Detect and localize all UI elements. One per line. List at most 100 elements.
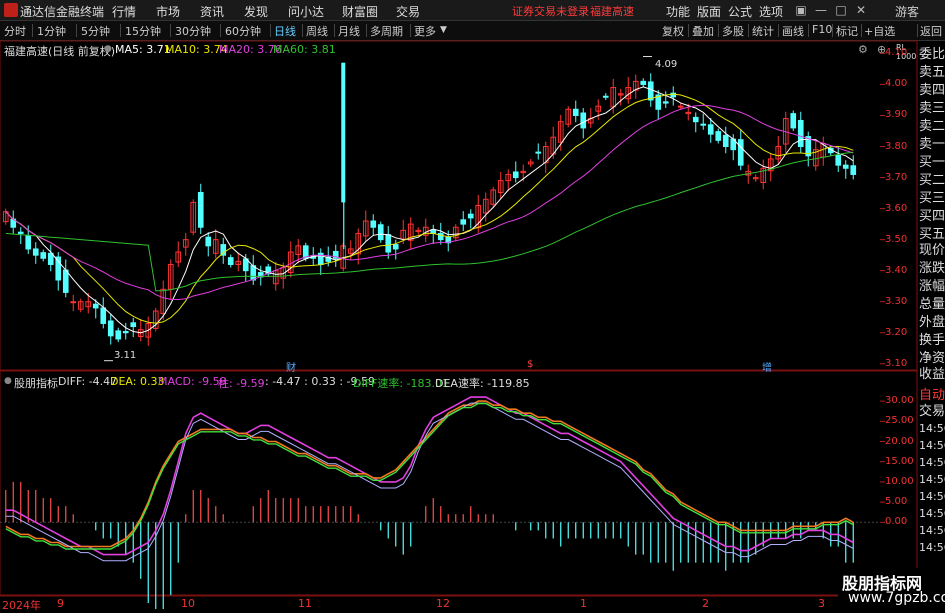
right-tab-item[interactable]: 14:56 [919, 488, 945, 505]
indicator-tick-label: 15.00 [885, 455, 914, 467]
candle-body [100, 307, 107, 324]
candle-body [662, 101, 669, 104]
price-tick-label: 3.50 [885, 233, 908, 245]
dea-speed-value: DEA速率: -119.85 [435, 377, 530, 390]
kline-chart[interactable] [0, 0, 945, 609]
candle-body [797, 119, 804, 148]
ma-line-ma5 [5, 86, 854, 334]
right-tab-item[interactable]: 卖一 [919, 136, 945, 153]
candle-body [707, 124, 714, 135]
candle-body [790, 113, 797, 129]
candle-body [647, 81, 654, 101]
indicator-tick-label: 20.00 [885, 435, 914, 447]
candle-body [700, 123, 707, 126]
price-tick-label: 3.70 [885, 171, 908, 183]
x-label-nov: 11 [298, 597, 312, 610]
right-tab-item[interactable]: 委比 [919, 46, 945, 63]
right-tab-item[interactable]: 卖五 [919, 64, 945, 81]
right-tab-item[interactable]: 14:56 [919, 454, 945, 471]
main-panel-border [0, 40, 918, 371]
event-marker-3[interactable]: 增 [762, 359, 772, 374]
right-tab-item[interactable]: 外盘 [919, 314, 945, 331]
candle-body [842, 164, 849, 169]
candle-body [205, 236, 212, 247]
right-tab-item[interactable]: 买一 [919, 154, 945, 171]
x-label-year: 2024年 [2, 599, 41, 612]
right-tab-item[interactable]: 14:56 [919, 522, 945, 539]
candle-body [392, 244, 399, 250]
candle-body [25, 235, 32, 250]
candle-body [40, 252, 47, 259]
right-tab-item[interactable]: 卖二 [919, 118, 945, 135]
macd-value: MACD: -9.59 [158, 375, 227, 388]
candle-body [602, 95, 609, 98]
dea-value: DEA: 0.33 [110, 375, 165, 388]
indicator-tick-label: 10.00 [885, 475, 914, 487]
diff-value: DIFF: -4.47 [58, 375, 118, 388]
candle-body [692, 116, 699, 123]
ma-line-ma60 [5, 151, 854, 292]
zhu-value: 柱: -9.59 [218, 377, 265, 390]
candle-body [715, 131, 722, 141]
ma-lines [5, 56, 854, 362]
watermark-url: www.7gpzb.com [848, 590, 945, 606]
right-tab-item[interactable]: 换手 [919, 332, 945, 349]
candle-body [62, 269, 69, 293]
right-tab-item[interactable]: 涨幅 [919, 278, 945, 295]
right-tab-item[interactable]: 买四 [919, 208, 945, 225]
right-tab-item[interactable]: 买五 [919, 226, 945, 243]
candle-body [70, 301, 77, 304]
candle-body [107, 320, 114, 337]
candle-body [115, 330, 122, 340]
sub-settings-icon[interactable]: ● [4, 376, 12, 386]
right-tab-item[interactable]: 交易 [919, 403, 945, 420]
candle-body [370, 220, 377, 228]
price-tick-label: 3.40 [885, 264, 908, 276]
right-tab-item[interactable]: 14:56 [919, 420, 945, 437]
right-tab-item[interactable]: 卖三 [919, 100, 945, 117]
candle-body [580, 112, 587, 129]
right-tab-item[interactable]: 买三 [919, 190, 945, 207]
right-tab-item[interactable]: 净资 [919, 350, 945, 367]
candle-body [722, 134, 729, 148]
right-tab-item[interactable]: 14:56 [919, 471, 945, 488]
right-tab-item[interactable]: 卖四 [919, 82, 945, 99]
price-tick-label: 3.20 [885, 326, 908, 338]
right-tab-item[interactable]: 涨跌 [919, 260, 945, 277]
candle-body [737, 139, 744, 166]
candlesticks [2, 62, 857, 346]
low-marker: 3.11 [114, 350, 137, 361]
candle-body [17, 231, 24, 234]
right-tab-item[interactable]: 总量 [919, 296, 945, 313]
price-tick-label: 3.90 [885, 109, 908, 121]
right-tab-item[interactable]: 自动 [919, 387, 945, 404]
candle-body [92, 303, 99, 309]
x-label-sep: 9 [57, 597, 64, 610]
x-label-oct: 10 [181, 597, 195, 610]
candle-body [512, 171, 519, 179]
right-tab-item[interactable]: 收益 [919, 366, 945, 383]
right-tab-item[interactable]: 现价 [919, 242, 945, 259]
price-tick-label: 3.30 [885, 295, 908, 307]
right-tab-item[interactable]: 14:56 [919, 437, 945, 454]
candle-body [460, 219, 467, 225]
event-marker-2[interactable]: $ [527, 359, 533, 370]
candle-body [55, 256, 62, 281]
price-tick-label: 4.10 [885, 47, 908, 59]
price-tick-label: 3.60 [885, 202, 908, 214]
price-tick-label: 3.10 [885, 357, 908, 369]
candle-body [850, 165, 857, 175]
right-tab-item[interactable]: 14:56 [919, 505, 945, 522]
event-marker-1[interactable]: 财 [286, 359, 296, 374]
indicator-tick-label: 25.00 [885, 415, 914, 427]
indicator-tick-label: 30.00 [885, 395, 914, 407]
macd-bars [0, 481, 880, 609]
indicator-tick-label: 5.00 [885, 496, 908, 508]
indicator-name[interactable]: 股朋指标 [14, 375, 58, 391]
right-tab-item[interactable]: 买二 [919, 172, 945, 189]
x-label-mar: 3 [818, 597, 825, 610]
right-tab-item[interactable]: 14:56 [919, 539, 945, 556]
watermark: 股朋指标网 www.7gpzb.com [838, 568, 945, 609]
spike-body [341, 62, 346, 203]
candle-body [467, 213, 474, 219]
